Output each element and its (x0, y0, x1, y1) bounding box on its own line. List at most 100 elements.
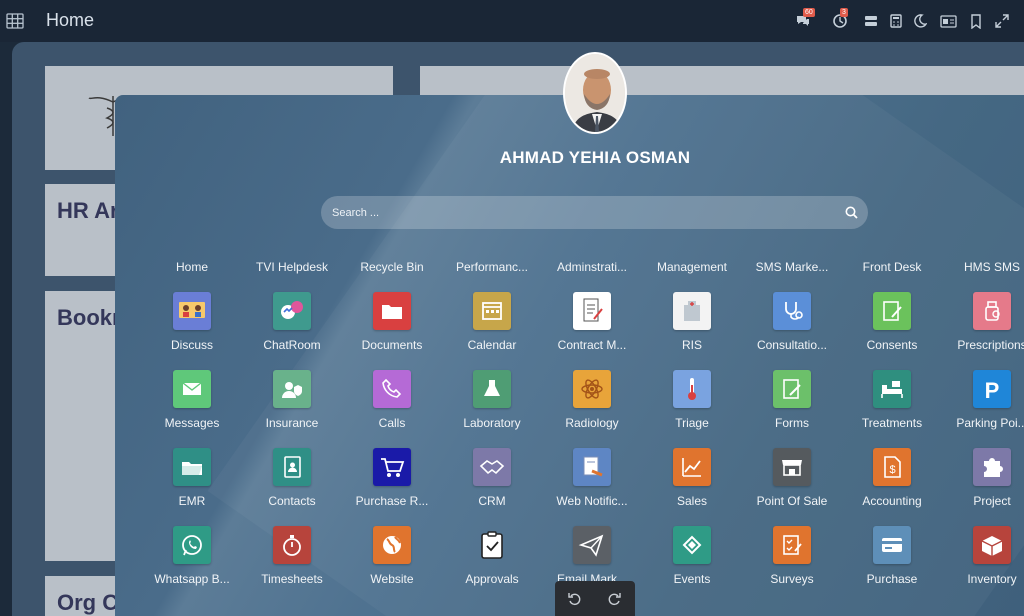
app-label: Laboratory (463, 416, 521, 430)
messages-icon (173, 370, 211, 408)
puzzle-icon (973, 448, 1011, 486)
app-tile-flask[interactable]: Laboratory (442, 370, 542, 442)
app-tile-atom[interactable]: Radiology (542, 370, 642, 442)
app-tile-chatroom[interactable]: ChatRoom (242, 292, 342, 364)
column-header-7[interactable]: Front Desk (842, 260, 942, 274)
phone-icon (373, 370, 411, 408)
app-tile-handshake[interactable]: CRM (442, 448, 542, 520)
app-label: Web Notific... (556, 494, 628, 508)
app-label: Inventory (967, 572, 1017, 586)
parking-icon: P (973, 370, 1011, 408)
app-tile-chart[interactable]: Sales (642, 448, 742, 520)
app-label: Whatsapp B... (154, 572, 230, 586)
app-tile-survey[interactable]: Surveys (742, 526, 842, 598)
svg-text:$: $ (889, 464, 895, 476)
store-icon (773, 448, 811, 486)
app-tile-clipboard-check[interactable]: Approvals (442, 526, 542, 598)
app-label: Calls (378, 416, 406, 430)
app-tile-phone[interactable]: Calls (342, 370, 442, 442)
user-name: AHMAD YEHIA OSMAN (499, 148, 691, 167)
app-tile-folder[interactable]: Documents (342, 292, 442, 364)
app-label: Purchase (866, 572, 918, 586)
discuss-icon (173, 292, 211, 330)
app-tile-globe[interactable]: Website (342, 526, 442, 598)
search-icon[interactable] (845, 206, 858, 219)
app-tile-insurance[interactable]: Insurance (242, 370, 342, 442)
app-label: Prescriptions (957, 338, 1024, 352)
app-tile-calendar[interactable]: Calendar (442, 292, 542, 364)
app-tile-hospital[interactable]: RIS (642, 292, 742, 364)
app-tile-puzzle[interactable]: Project (942, 448, 1024, 520)
hospital-icon (673, 292, 711, 330)
app-tile-thermometer[interactable]: Triage (642, 370, 742, 442)
flask-icon (473, 370, 511, 408)
app-label: ChatRoom (263, 338, 321, 352)
app-label: Treatments (861, 416, 923, 430)
column-header-1[interactable]: TVI Helpdesk (242, 260, 342, 274)
app-tile-ticket[interactable]: Events (642, 526, 742, 598)
column-header-3[interactable]: Performanc... (442, 260, 542, 274)
app-tile-discuss[interactable]: Discuss (142, 292, 242, 364)
ticket-icon (673, 526, 711, 564)
stopwatch-icon (273, 526, 311, 564)
app-tile-contract[interactable]: Contract M... (542, 292, 642, 364)
cart-icon (373, 448, 411, 486)
app-tile-prescription[interactable]: Prescriptions (942, 292, 1024, 364)
app-search-bar (321, 196, 868, 229)
app-tile-whatsapp[interactable]: Whatsapp B... (142, 526, 242, 598)
app-grid-icon[interactable] (6, 12, 24, 30)
top-navbar: Home 60 3 (0, 0, 1024, 42)
column-header-5[interactable]: Management (642, 260, 742, 274)
chat-badge: 60 (803, 8, 815, 17)
app-tile-card[interactable]: Purchase (842, 526, 942, 598)
app-label: Purchase R... (355, 494, 429, 508)
contract-icon (573, 292, 611, 330)
redo-icon[interactable] (607, 591, 622, 606)
consent-icon (873, 292, 911, 330)
fullscreen-icon[interactable] (993, 12, 1011, 30)
card-icon (873, 526, 911, 564)
user-avatar[interactable] (563, 52, 627, 134)
app-tile-form[interactable]: Forms (742, 370, 842, 442)
server-icon[interactable] (862, 12, 880, 30)
column-header-6[interactable]: SMS Marke... (742, 260, 842, 274)
app-tile-stopwatch[interactable]: Timesheets (242, 526, 342, 598)
column-header-4[interactable]: Adminstrati... (542, 260, 642, 274)
undo-icon[interactable] (567, 591, 582, 606)
app-tile-messages[interactable]: Messages (142, 370, 242, 442)
app-label: Radiology (565, 416, 619, 430)
app-tile-cart[interactable]: Purchase R... (342, 448, 442, 520)
column-header-2[interactable]: Recycle Bin (342, 260, 442, 274)
whatsapp-icon (173, 526, 211, 564)
search-input[interactable] (321, 196, 868, 229)
column-header-0[interactable]: Home (142, 260, 242, 274)
stethoscope-icon (773, 292, 811, 330)
app-label: Accounting (862, 494, 922, 508)
bookmark-icon[interactable] (967, 12, 985, 30)
app-label: Timesheets (261, 572, 323, 586)
app-tile-stethoscope[interactable]: Consultatio... (742, 292, 842, 364)
app-tile-notification[interactable]: Web Notific... (542, 448, 642, 520)
app-tile-box[interactable]: Inventory (942, 526, 1024, 598)
app-label: Insurance (265, 416, 319, 430)
app-tile-emr-folder[interactable]: EMR (142, 448, 242, 520)
app-label: Consents (866, 338, 918, 352)
app-tile-store[interactable]: Point Of Sale (742, 448, 842, 520)
emr-folder-icon (173, 448, 211, 486)
id-card-icon[interactable] (939, 12, 957, 30)
app-tile-contacts[interactable]: Contacts (242, 448, 342, 520)
app-tile-bed[interactable]: Treatments (842, 370, 942, 442)
form-icon (773, 370, 811, 408)
history-toolbar (555, 581, 635, 616)
column-header-8[interactable]: HMS SMS (942, 260, 1024, 274)
survey-icon (773, 526, 811, 564)
app-tile-accounting[interactable]: $ Accounting (842, 448, 942, 520)
dark-mode-icon[interactable] (911, 12, 929, 30)
app-tile-parking[interactable]: P Parking Poi... (942, 370, 1024, 442)
chart-icon (673, 448, 711, 486)
chat-icon[interactable]: 60 (794, 8, 815, 30)
activity-icon[interactable]: 3 (831, 8, 849, 30)
app-tile-consent[interactable]: Consents (842, 292, 942, 364)
calculator-icon[interactable] (887, 12, 905, 30)
app-label: Contacts (268, 494, 316, 508)
